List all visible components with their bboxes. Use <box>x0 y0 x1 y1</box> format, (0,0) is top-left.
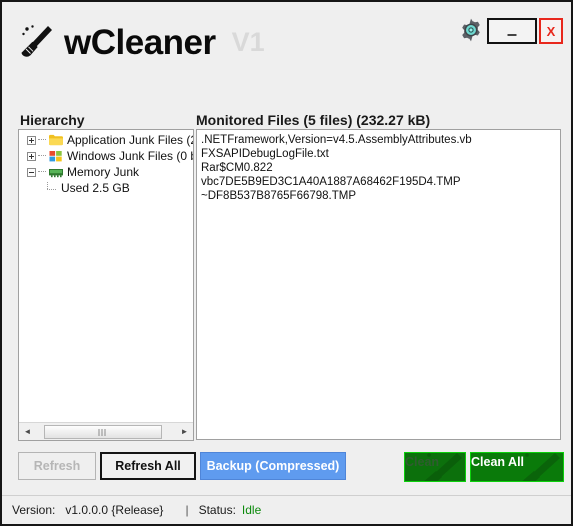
clean-button-label: Clean <box>405 455 440 469</box>
refresh-all-button[interactable]: Refresh All <box>100 452 196 480</box>
list-item[interactable]: Rar$CM0.822 <box>201 161 556 175</box>
app-header: wCleaner V1 X <box>2 2 571 78</box>
monitored-files-list[interactable]: .NETFramework,Version=v4.5.AssemblyAttri… <box>196 129 561 440</box>
tree-item-memory-junk[interactable]: Memory Junk <box>19 164 193 180</box>
windows-icon <box>49 151 62 162</box>
app-window: wCleaner V1 X Hierarchy Monitored Files … <box>0 0 573 526</box>
tree-item-windows-junk[interactable]: Windows Junk Files (0 byte <box>19 148 193 164</box>
expand-icon[interactable] <box>27 135 36 145</box>
status-bar: Version: v1.0.0.0 {Release} | Status: Id… <box>2 495 571 524</box>
tree-connector <box>38 155 46 157</box>
version-label: Version: <box>12 503 56 517</box>
scroll-thumb[interactable] <box>44 424 162 439</box>
close-button[interactable]: X <box>539 18 563 44</box>
scroll-right-arrow[interactable]: ► <box>176 424 193 440</box>
window-controls: X <box>487 18 563 44</box>
list-item[interactable]: .NETFramework,Version=v4.5.AssemblyAttri… <box>201 133 556 147</box>
broom-icon <box>21 25 52 57</box>
app-title: wCleaner <box>64 22 216 62</box>
list-item[interactable]: FXSAPIDebugLogFile.txt <box>201 147 556 161</box>
clean-button: Clean <box>404 452 466 482</box>
status-label: Status: <box>198 503 236 517</box>
expand-icon[interactable] <box>27 151 36 161</box>
tree-item-label: Memory Junk <box>67 165 140 179</box>
list-item[interactable]: vbc7DE5B9ED3C1A40A1887A68462F195D4.TMP <box>201 175 556 189</box>
clean-all-button-label: Clean All <box>471 455 525 469</box>
hierarchy-label: Hierarchy <box>20 112 85 128</box>
refresh-button: Refresh <box>18 452 96 480</box>
scroll-left-arrow[interactable]: ◄ <box>19 424 36 440</box>
tree-horizontal-scrollbar[interactable]: ◄ ► <box>19 422 193 440</box>
tree-connector <box>45 182 59 194</box>
version-value: v1.0.0.0 {Release} <box>65 503 164 517</box>
tree-item-label: Used 2.5 GB <box>61 181 130 195</box>
status-separator: | <box>185 503 189 517</box>
memory-icon <box>49 169 63 178</box>
tree-items: Application Junk Files (232. Windows Jun… <box>19 132 193 196</box>
tree-item-used-memory[interactable]: Used 2.5 GB <box>19 180 193 196</box>
scroll-track[interactable] <box>36 424 176 440</box>
folder-icon <box>49 134 63 146</box>
collapse-icon[interactable] <box>27 167 36 177</box>
scroll-grip-icon <box>98 428 108 436</box>
tree-item-label: Windows Junk Files (0 byte <box>67 149 193 163</box>
brand: wCleaner V1 <box>18 20 265 64</box>
list-item[interactable]: ~DF8B537B8765F66798.TMP <box>201 189 556 203</box>
clean-all-button[interactable]: Clean All <box>470 452 564 482</box>
hierarchy-tree[interactable]: Application Junk Files (232. Windows Jun… <box>18 129 194 441</box>
tree-connector <box>38 171 46 173</box>
tree-item-application-junk[interactable]: Application Junk Files (232. <box>19 132 193 148</box>
tree-connector <box>38 139 46 141</box>
monitored-files-label: Monitored Files (5 files) (232.27 kB) <box>196 112 431 128</box>
app-version-tag: V1 <box>231 26 265 57</box>
minimize-button[interactable] <box>487 18 537 44</box>
tree-item-label: Application Junk Files (232. <box>67 133 193 147</box>
backup-compressed-button[interactable]: Backup (Compressed) <box>200 452 346 480</box>
status-value: Idle <box>241 503 262 517</box>
gear-icon[interactable] <box>457 16 485 44</box>
